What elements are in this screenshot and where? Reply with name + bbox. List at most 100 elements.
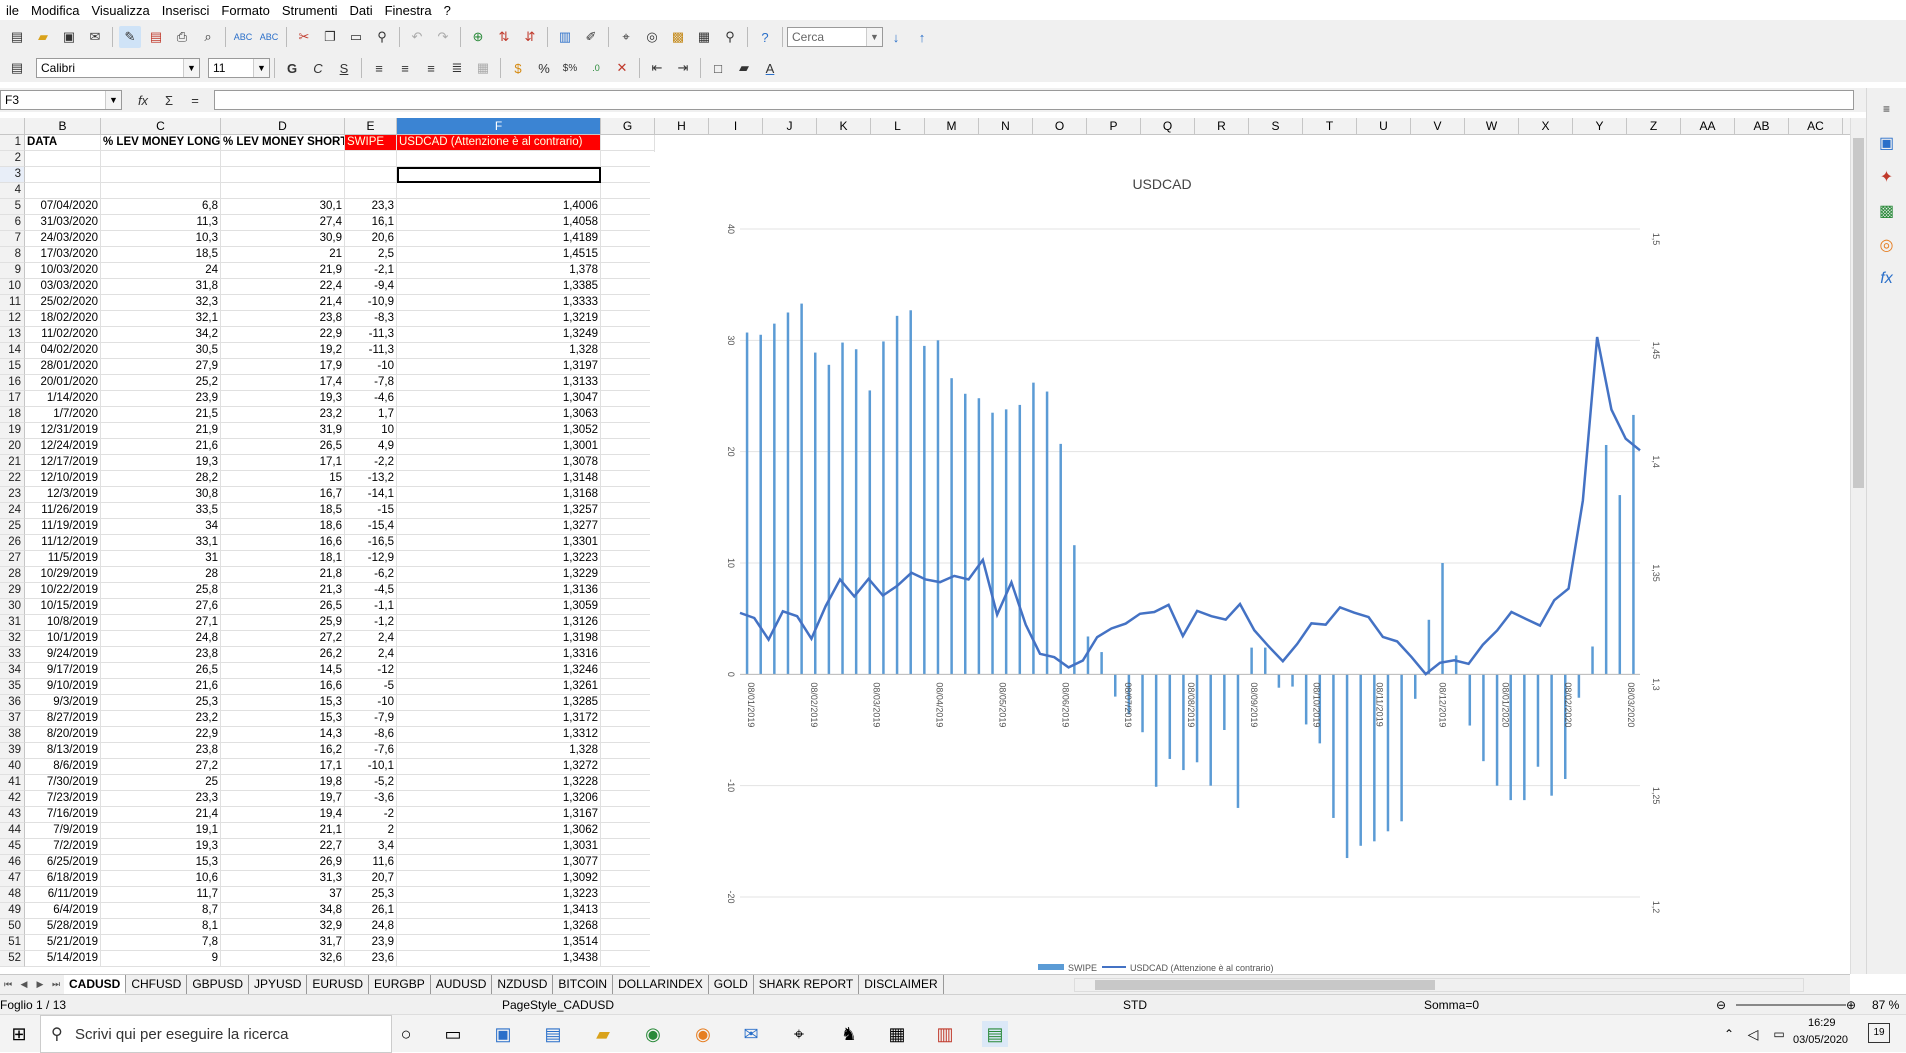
cell-e[interactable]: -8,3	[345, 311, 397, 327]
cell-c[interactable]: 23,8	[101, 647, 221, 663]
autospellcheck-icon[interactable]: ABC	[258, 26, 280, 48]
new-document-icon[interactable]: ▤	[6, 26, 28, 48]
cell-f[interactable]: 1,3438	[397, 951, 601, 967]
row-header[interactable]: 10	[0, 279, 25, 295]
cell-d[interactable]: 16,7	[221, 487, 345, 503]
search-input[interactable]: Cerca ▼	[787, 27, 883, 47]
cell-d[interactable]: 15,3	[221, 695, 345, 711]
row-header[interactable]: 12	[0, 311, 25, 327]
cell-e[interactable]: SWIPE	[345, 135, 397, 151]
hscroll-thumb[interactable]	[1094, 979, 1435, 990]
column-header[interactable]: B	[25, 118, 101, 135]
column-header[interactable]: J	[763, 118, 817, 135]
cell-d[interactable]: 18,1	[221, 551, 345, 567]
navigator-sidebar-icon[interactable]: ◎	[1874, 232, 1900, 258]
cell-c[interactable]: 34	[101, 519, 221, 535]
row-header[interactable]: 6	[0, 215, 25, 231]
cell-c[interactable]: 26,5	[101, 663, 221, 679]
column-header[interactable]: O	[1033, 118, 1087, 135]
row-header[interactable]: 51	[0, 935, 25, 951]
cell-d[interactable]: 30,9	[221, 231, 345, 247]
cell-g[interactable]	[601, 199, 655, 215]
menu-visualizza[interactable]: Visualizza	[85, 3, 155, 18]
cell-e[interactable]: -2,1	[345, 263, 397, 279]
print-icon[interactable]: ⎙	[171, 26, 193, 48]
cell-d[interactable]: 19,3	[221, 391, 345, 407]
cell-f[interactable]: 1,3246	[397, 663, 601, 679]
cell-g[interactable]	[601, 711, 655, 727]
cell-b[interactable]: 7/16/2019	[25, 807, 101, 823]
menu-help[interactable]: ?	[438, 3, 457, 18]
spellcheck-icon[interactable]: ABC	[232, 26, 254, 48]
gallery-icon[interactable]: ▩	[667, 26, 689, 48]
cortana-icon[interactable]: ○	[393, 1021, 419, 1047]
cell-g[interactable]	[601, 375, 655, 391]
tab-disclaimer[interactable]: DISCLAIMER	[859, 975, 944, 994]
cell-b[interactable]: 10/29/2019	[25, 567, 101, 583]
row-header[interactable]: 28	[0, 567, 25, 583]
tab-dollarindex[interactable]: DOLLARINDEX	[613, 975, 709, 994]
row-header[interactable]: 16	[0, 375, 25, 391]
cell-d[interactable]: 21	[221, 247, 345, 263]
clock-time[interactable]: 16:29	[1808, 1017, 1836, 1029]
cell-f[interactable]	[397, 183, 601, 199]
cell-f[interactable]: 1,3229	[397, 567, 601, 583]
cell-e[interactable]: 23,6	[345, 951, 397, 967]
cell-c[interactable]: 19,3	[101, 839, 221, 855]
column-header[interactable]: C	[101, 118, 221, 135]
cell-e[interactable]: 20,7	[345, 871, 397, 887]
cell-g[interactable]	[601, 823, 655, 839]
tab-eurgbp[interactable]: EURGBP	[369, 975, 431, 994]
task-view-icon[interactable]: ▭	[440, 1021, 466, 1047]
cell-b[interactable]: 7/9/2019	[25, 823, 101, 839]
column-header[interactable]: H	[655, 118, 709, 135]
cell-g[interactable]	[601, 135, 655, 151]
tab-eurusd[interactable]: EURUSD	[307, 975, 370, 994]
cell-e[interactable]: 11,6	[345, 855, 397, 871]
cell-f[interactable]: 1,3133	[397, 375, 601, 391]
clock-date[interactable]: 03/05/2020	[1793, 1034, 1848, 1046]
row-header[interactable]: 45	[0, 839, 25, 855]
row-header[interactable]: 39	[0, 743, 25, 759]
cell-b[interactable]: 17/03/2020	[25, 247, 101, 263]
cell-e[interactable]: -2	[345, 807, 397, 823]
function-wizard-icon[interactable]: fx	[132, 89, 154, 111]
cell-b[interactable]: 1/14/2020	[25, 391, 101, 407]
cell-f[interactable]: 1,3206	[397, 791, 601, 807]
cell-g[interactable]	[601, 167, 655, 183]
row-header[interactable]: 46	[0, 855, 25, 871]
cell-b[interactable]: 12/10/2019	[25, 471, 101, 487]
row-header[interactable]: 13	[0, 327, 25, 343]
cell-f[interactable]: USDCAD (Attenzione è al contrario)	[397, 135, 601, 151]
cell-e[interactable]: 4,9	[345, 439, 397, 455]
row-header[interactable]: 20	[0, 439, 25, 455]
cell-e[interactable]: -4,5	[345, 583, 397, 599]
background-color-icon[interactable]: ▰	[733, 57, 755, 79]
cell-d[interactable]: 31,9	[221, 423, 345, 439]
row-header[interactable]: 8	[0, 247, 25, 263]
cell-d[interactable]: 16,6	[221, 679, 345, 695]
cell-d[interactable]: 26,5	[221, 599, 345, 615]
cell-g[interactable]	[601, 503, 655, 519]
column-header[interactable]: F	[397, 118, 601, 135]
cell-e[interactable]: 2,4	[345, 631, 397, 647]
edit-mode-icon[interactable]: ✎	[119, 26, 141, 48]
find-next-icon[interactable]: ↓	[885, 26, 907, 48]
cell-e[interactable]	[345, 167, 397, 183]
row-header[interactable]: 18	[0, 407, 25, 423]
cell-g[interactable]	[601, 935, 655, 951]
cell-c[interactable]: 23,8	[101, 743, 221, 759]
row-header[interactable]: 34	[0, 663, 25, 679]
cell-e[interactable]: 10	[345, 423, 397, 439]
cell-f[interactable]: 1,3167	[397, 807, 601, 823]
cell-g[interactable]	[601, 663, 655, 679]
cell-e[interactable]: -10,1	[345, 759, 397, 775]
cell-b[interactable]	[25, 167, 101, 183]
column-header[interactable]: D	[221, 118, 345, 135]
row-header[interactable]: 33	[0, 647, 25, 663]
cell-g[interactable]	[601, 359, 655, 375]
cell-b[interactable]: 11/5/2019	[25, 551, 101, 567]
menu-modifica[interactable]: Modifica	[25, 3, 85, 18]
font-name-select[interactable]: Calibri ▼	[36, 58, 200, 78]
cell-g[interactable]	[601, 759, 655, 775]
